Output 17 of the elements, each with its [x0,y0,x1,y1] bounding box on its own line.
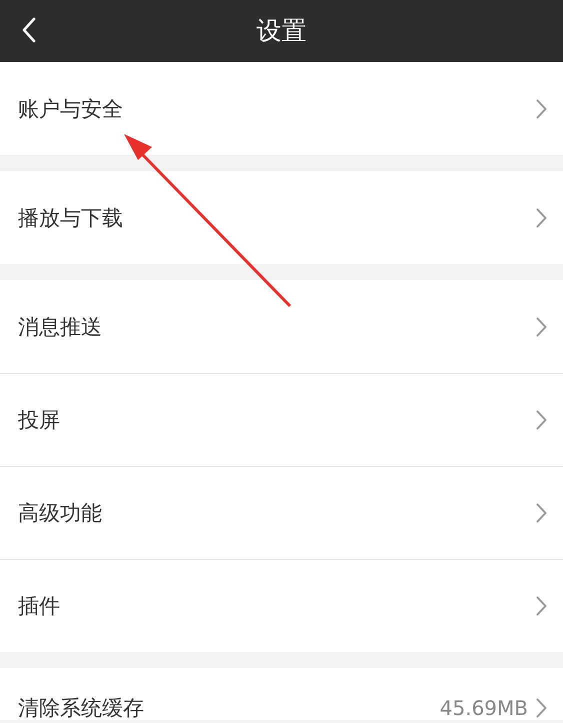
row-label: 账户与安全 [18,96,123,120]
chevron-icon [536,316,547,336]
cache-size: 45.69MB [440,696,528,720]
chevron-icon [536,410,547,430]
chevron-icon [536,503,547,523]
row-label: 插件 [18,594,60,618]
row-label: 投屏 [18,408,60,432]
chevron-icon [536,596,547,616]
chevron-icon [536,208,547,228]
back-icon [22,17,36,43]
chevron-icon [536,98,547,118]
row-label: 消息推送 [18,314,102,338]
page-title: 设置 [256,15,306,48]
chevron-icon [536,698,547,718]
row-label: 高级功能 [18,501,102,525]
row-label: 清除系统缓存 [18,696,144,720]
row-label: 播放与下载 [18,206,123,230]
